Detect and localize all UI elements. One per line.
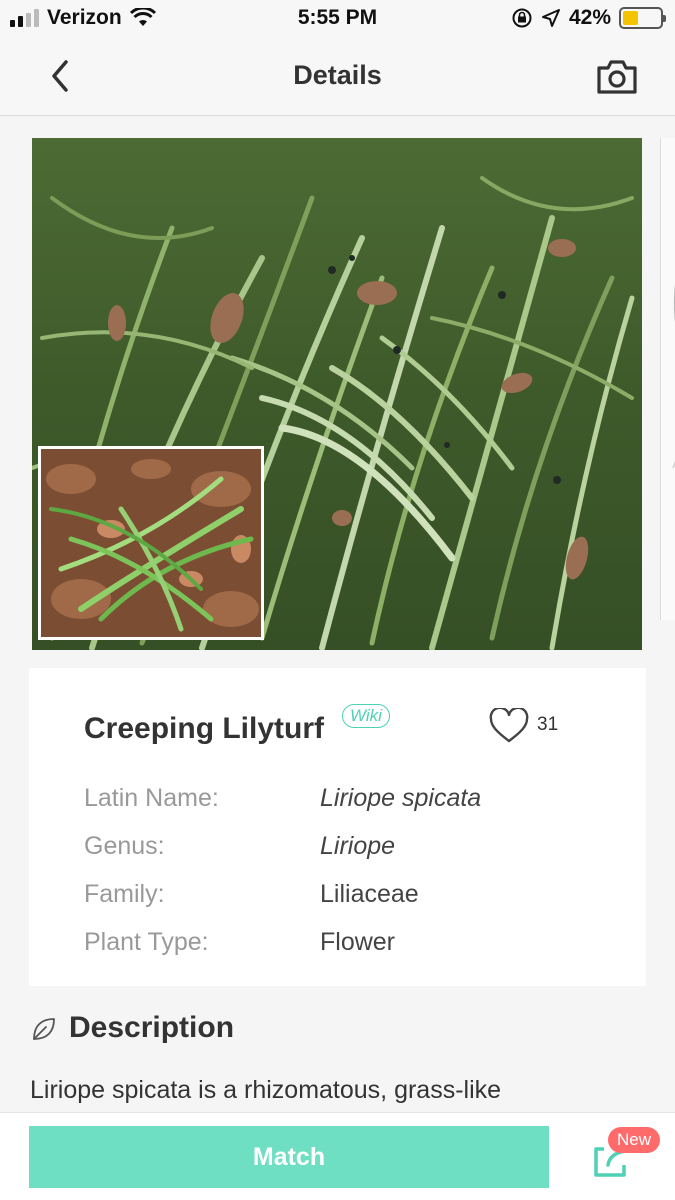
like-button[interactable] [489, 706, 529, 744]
leaf-icon [33, 1018, 55, 1040]
like-count: 31 [537, 714, 559, 735]
page-title: Details [293, 60, 382, 90]
attribute-value: Liriope spicata [320, 784, 482, 812]
attribute-value: Liriope [320, 832, 396, 860]
camera-icon [597, 60, 637, 94]
plant-info-card: Creeping Lilyturf Wiki 31 Latin Name: Li… [29, 668, 646, 986]
description-heading: Description [69, 1011, 235, 1044]
battery-fill [623, 11, 639, 25]
wiki-link[interactable]: Wiki [342, 704, 390, 728]
plant-name: Creeping Lilyturf [84, 712, 325, 745]
rotation-lock-icon [512, 8, 532, 28]
nav-bar: Details [0, 38, 675, 116]
description-text: Liriope spicata is a rhizomatous, grass-… [30, 1076, 502, 1104]
attribute-label: Family: [84, 880, 165, 908]
battery-icon [619, 7, 666, 29]
attribute-label: Latin Name: [84, 784, 219, 812]
attribute-value: Liliaceae [320, 880, 419, 908]
attribute-label: Plant Type: [84, 928, 209, 956]
user-photo-image [41, 449, 261, 637]
camera-button[interactable] [595, 55, 639, 99]
user-photo-thumbnail[interactable] [38, 446, 264, 640]
new-badge: New [608, 1127, 661, 1153]
status-bar: Verizon 5:55 PM 42% [0, 0, 675, 38]
sketch-image [672, 283, 675, 469]
attribute-label: Genus: [84, 832, 165, 860]
attribute-value: Flower [320, 928, 396, 956]
heart-icon [489, 706, 529, 743]
battery-percent: 42% [568, 6, 611, 29]
match-button[interactable]: Match [29, 1126, 549, 1188]
location-arrow-icon [541, 9, 560, 27]
next-photo-peek[interactable] [660, 138, 675, 620]
status-right: 42% [511, 6, 666, 30]
bottom-bar: Match New [0, 1112, 675, 1200]
